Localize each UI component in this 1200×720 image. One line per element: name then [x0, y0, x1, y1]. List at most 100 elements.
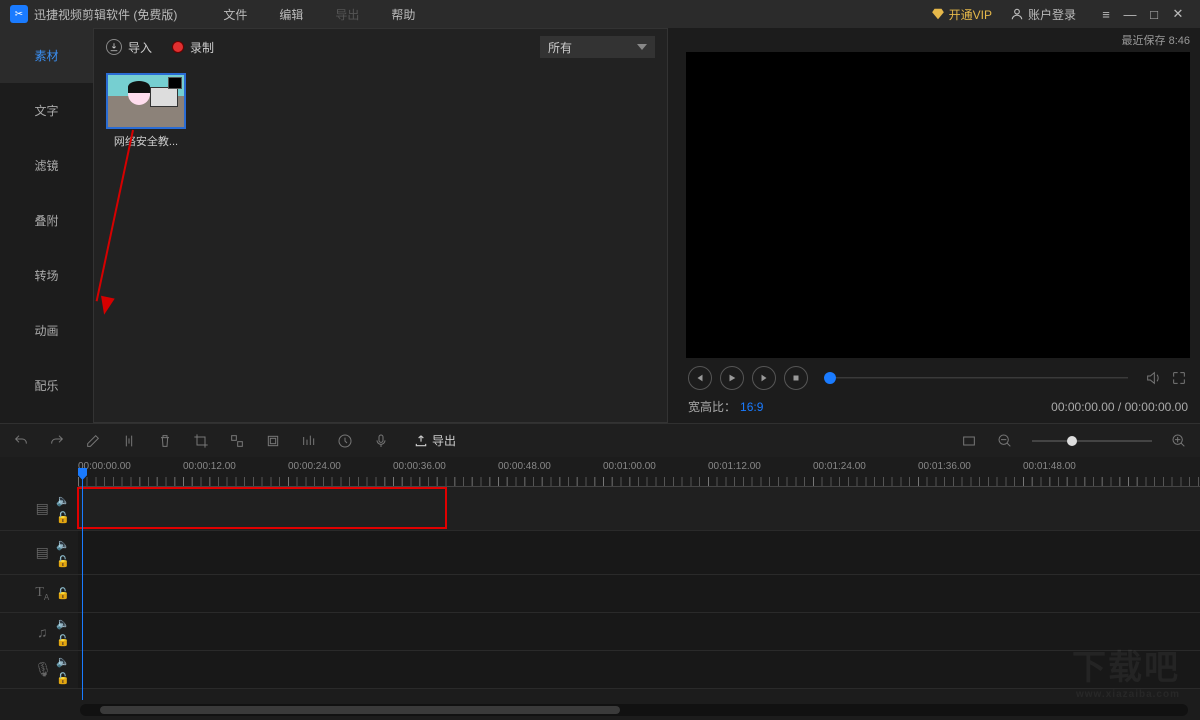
video-track-2[interactable]: ▤ 🔈🔓 [0, 531, 1200, 575]
menu-help[interactable]: 帮助 [391, 6, 415, 23]
delete-button[interactable] [156, 432, 174, 450]
mute-icon[interactable]: 🔈 [56, 655, 70, 668]
login-button[interactable]: 账户登录 [1010, 6, 1076, 23]
fit-button[interactable] [960, 432, 978, 450]
video-preview[interactable] [686, 52, 1190, 358]
annotation-arrow [96, 130, 134, 302]
lock-icon[interactable]: 🔓 [56, 634, 70, 647]
tab-overlay[interactable]: 叠附 [0, 193, 93, 248]
import-label: 导入 [128, 39, 152, 56]
vip-button[interactable]: 开通VIP [931, 6, 992, 23]
ruler-label: 00:01:36.00 [918, 461, 971, 472]
lock-icon[interactable]: 🔓 [56, 555, 70, 568]
voice-track[interactable]: 🎙 🔈 🔓 [0, 651, 1200, 689]
media-item[interactable]: 网络安全教... [106, 73, 190, 149]
zoom-button[interactable] [300, 432, 318, 450]
hamburger-icon[interactable]: ≡ [1094, 7, 1118, 22]
record-label: 录制 [190, 39, 214, 56]
ruler-label: 00:01:48.00 [1023, 461, 1076, 472]
music-icon: ♫ [34, 624, 50, 640]
crop-button[interactable] [192, 432, 210, 450]
annotation-arrow-head [97, 296, 114, 317]
text-track[interactable]: TA 🔓 [0, 575, 1200, 613]
timeline-scrollbar[interactable] [80, 704, 1188, 716]
ruler-label: 00:01:12.00 [708, 461, 761, 472]
zoom-in-button[interactable] [1170, 432, 1188, 450]
next-frame-button[interactable] [752, 366, 776, 390]
aspect-value[interactable]: 16:9 [740, 400, 763, 414]
menu-edit[interactable]: 编辑 [279, 6, 303, 23]
lock-icon[interactable]: 🔓 [56, 511, 70, 524]
zoom-slider[interactable] [1032, 440, 1152, 442]
mosaic-button[interactable] [228, 432, 246, 450]
time-total: 00:00:00.00 [1125, 400, 1188, 414]
ruler-label: 00:00:12.00 [183, 461, 236, 472]
maximize-button[interactable]: □ [1142, 7, 1166, 22]
fullscreen-icon[interactable] [1170, 369, 1188, 387]
ruler-label: 00:01:24.00 [813, 461, 866, 472]
aspect-label: 宽高比： [688, 398, 736, 415]
audio-track[interactable]: ♫ 🔈 🔓 [0, 613, 1200, 651]
export-button[interactable]: 导出 [414, 432, 456, 449]
export-label: 导出 [432, 432, 456, 449]
playback-controls [686, 358, 1190, 392]
redo-button[interactable] [48, 432, 66, 450]
duration-button[interactable] [336, 432, 354, 450]
minimize-button[interactable]: — [1118, 7, 1142, 22]
tab-animation[interactable]: 动画 [0, 303, 93, 358]
mute-icon[interactable]: 🔈 [56, 617, 70, 630]
split-button[interactable] [120, 432, 138, 450]
filter-dropdown[interactable]: 所有 [540, 36, 655, 58]
preview-info: 宽高比： 16:9 00:00:00.00 / 00:00:00.00 [686, 392, 1190, 423]
play-button[interactable] [720, 366, 744, 390]
ruler-label: 00:00:48.00 [498, 461, 551, 472]
voiceover-button[interactable] [372, 432, 390, 450]
menu-export: 导出 [335, 6, 359, 23]
media-thumbnail [106, 73, 186, 129]
tab-transition[interactable]: 转场 [0, 248, 93, 303]
media-panel: 导入 录制 所有 网络安全教... [93, 28, 668, 423]
preview-panel: 最近保存 8:46 宽高比： 16:9 00:00:00.00 / 00:00:… [668, 28, 1200, 423]
app-title: 迅捷视频剪辑软件 (免费版) [34, 6, 177, 23]
ruler-label: 00:01:00.00 [603, 461, 656, 472]
lock-icon[interactable]: 🔓 [56, 587, 70, 600]
ruler-label: 00:00:36.00 [393, 461, 446, 472]
mic-icon: 🎙 [34, 661, 50, 678]
film-icon: ▤ [34, 500, 50, 517]
export-icon [414, 434, 428, 448]
tab-music[interactable]: 配乐 [0, 358, 93, 413]
media-grid[interactable]: 网络安全教... [94, 65, 667, 422]
timeline: 00:00:00.00 00:00:12.00 00:00:24.00 00:0… [0, 457, 1200, 720]
progress-slider[interactable] [824, 372, 1128, 384]
timeline-ruler[interactable]: 00:00:00.00 00:00:12.00 00:00:24.00 00:0… [78, 457, 1200, 487]
playhead[interactable] [82, 472, 83, 700]
freeze-button[interactable] [264, 432, 282, 450]
tab-media[interactable]: 素材 [0, 28, 93, 83]
edit-button[interactable] [84, 432, 102, 450]
mute-icon[interactable]: 🔈 [56, 494, 70, 507]
tab-filter[interactable]: 滤镜 [0, 138, 93, 193]
diamond-icon [931, 7, 945, 21]
undo-button[interactable] [12, 432, 30, 450]
time-sep: / [1115, 400, 1125, 414]
last-save-label: 最近保存 8:46 [686, 28, 1190, 52]
media-item-name: 网络安全教... [106, 133, 186, 149]
lock-icon[interactable]: 🔓 [56, 672, 70, 685]
prev-frame-button[interactable] [688, 366, 712, 390]
vip-label: 开通VIP [949, 6, 992, 23]
ruler-label: 00:00:24.00 [288, 461, 341, 472]
mute-icon[interactable]: 🔈 [56, 538, 70, 551]
zoom-out-button[interactable] [996, 432, 1014, 450]
login-label: 账户登录 [1028, 6, 1076, 23]
record-button[interactable]: 录制 [172, 39, 214, 56]
user-icon [1010, 7, 1024, 21]
import-button[interactable]: 导入 [106, 39, 152, 56]
video-track-1[interactable]: ▤ 🔈 🔓 [0, 487, 1200, 531]
stop-button[interactable] [784, 366, 808, 390]
app-logo-icon [10, 5, 28, 23]
menu-file[interactable]: 文件 [223, 6, 247, 23]
tab-text[interactable]: 文字 [0, 83, 93, 138]
volume-icon[interactable] [1144, 369, 1162, 387]
close-button[interactable]: ✕ [1166, 6, 1190, 22]
timeline-toolbar: 导出 [0, 423, 1200, 457]
